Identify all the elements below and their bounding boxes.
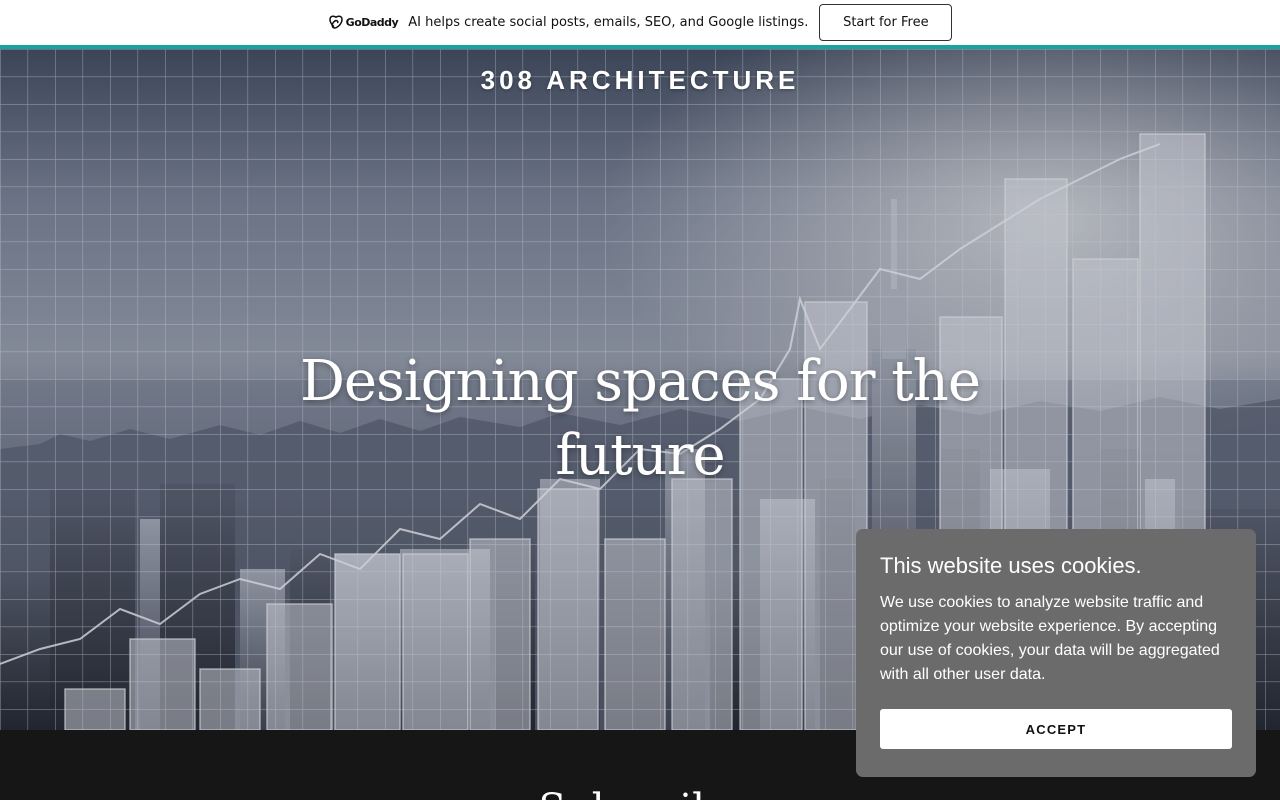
godaddy-logo-text: GoDaddy <box>345 16 399 29</box>
cookie-dialog-body: We use cookies to analyze website traffi… <box>880 594 1220 683</box>
site-title[interactable]: 308 ARCHITECTURE <box>0 65 1280 96</box>
hero-heading: Designing spaces for the future <box>300 349 981 488</box>
promo-message: AI helps create social posts, emails, SE… <box>408 15 809 30</box>
cookie-consent-dialog: This website uses cookies. We use cookie… <box>856 529 1256 777</box>
cookie-dialog-title: This website uses cookies. <box>880 553 1142 578</box>
promo-banner: GoDaddy AI helps create social posts, em… <box>0 0 1280 45</box>
godaddy-logo-icon <box>328 14 343 29</box>
accept-cookies-button[interactable]: ACCEPT <box>880 709 1232 749</box>
godaddy-logo[interactable]: GoDaddy <box>328 14 399 31</box>
subscribe-heading: Subscribe <box>0 786 1280 800</box>
start-for-free-button[interactable]: Start for Free <box>819 4 953 41</box>
